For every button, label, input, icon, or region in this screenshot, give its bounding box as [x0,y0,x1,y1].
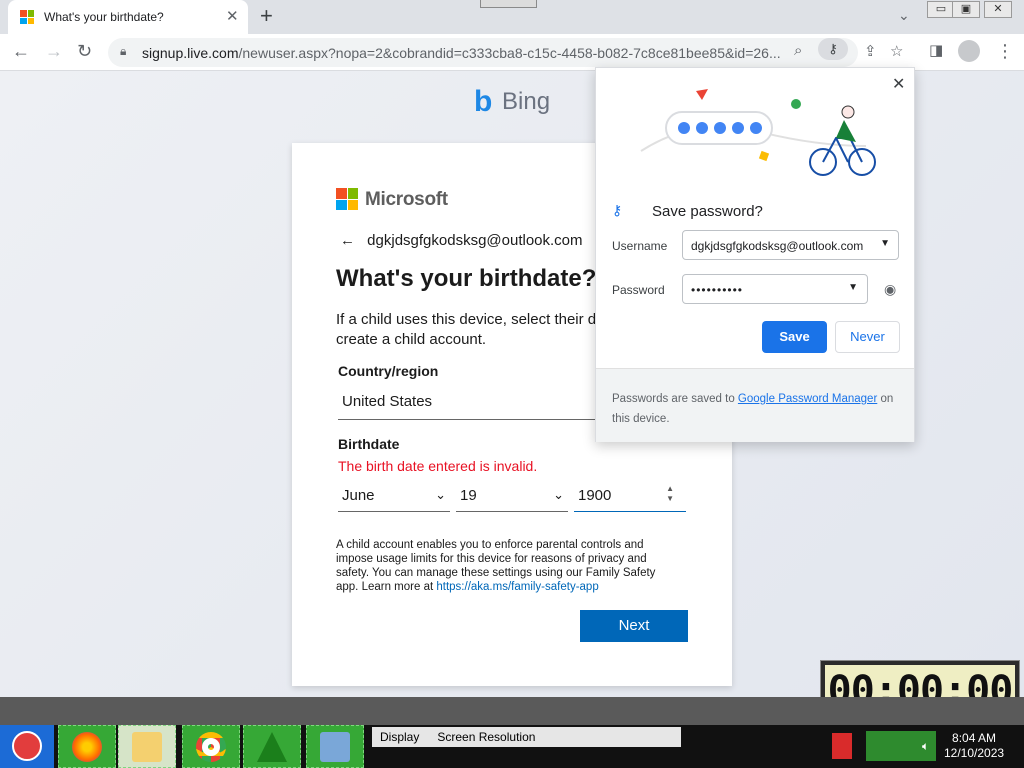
christmas-tree-icon [257,732,287,762]
password-manager-link[interactable]: Google Password Manager [738,393,877,405]
tray-red-icon[interactable] [832,733,852,759]
taskbar: Display Screen Resolution 🔈︎ 8:04 AM 12/1… [0,725,1024,768]
minimize-button[interactable]: ▭ [927,1,955,18]
system-tray[interactable]: 🔈︎ [866,731,936,761]
chrome-icon [196,732,226,762]
password-key-icon[interactable]: ⚷ [818,38,848,60]
chrome-taskbar-button[interactable] [182,725,240,768]
tab-close-icon[interactable]: ✕ [226,7,239,25]
password-label: Password [612,283,665,297]
close-window-button[interactable]: ✕ [984,1,1012,18]
account-email: dgkjdsgfgkodsksg@outlook.com [367,232,583,249]
username-field[interactable]: dgkjdsgfgkodsksg@outlook.com ▼ [682,230,899,260]
back-icon[interactable]: ← [12,41,30,62]
url-text[interactable]: signup.live.com/newuser.aspx?nopa=2&cobr… [142,45,781,61]
never-button[interactable]: Never [835,321,900,353]
close-icon[interactable]: ✕ [892,74,905,94]
key-icon: ⚷ [612,202,623,218]
password-illustration-icon [640,89,876,176]
username-label: Username [612,239,668,253]
menu-kebab-icon[interactable]: ⋮ [996,41,1014,62]
month-select[interactable]: June ⌄ [338,480,450,512]
side-panel-icon[interactable]: ◨ [929,41,943,59]
bookmark-star-icon[interactable]: ☆ [890,42,903,60]
chevron-down-icon: ⌄ [435,487,446,502]
santa-start-icon [12,731,42,761]
address-bar[interactable]: 🔒︎ signup.live.com/newuser.aspx?nopa=2&c… [108,38,903,67]
page-title: What's your birthdate? [336,265,597,292]
folder-icon [132,732,162,762]
microsoft-favicon-icon [20,10,34,24]
start-button[interactable] [0,725,54,768]
show-password-eye-icon[interactable]: ◉ [884,281,896,298]
dropdown-arrow-icon: ▼ [848,282,859,293]
bing-b-icon: b [474,85,493,118]
volume-icon[interactable]: 🔈︎ [922,739,929,754]
email-back-row[interactable]: ← dgkjdsgfgkodsksg@outlook.com [340,232,583,249]
new-tab-button[interactable]: + [260,3,273,29]
restore-button[interactable]: ▣ [952,1,980,18]
share-icon[interactable]: ⇪ [864,42,877,60]
window-drag-handle[interactable] [480,0,537,8]
lock-icon[interactable]: 🔒︎ [120,44,126,59]
clock[interactable]: 8:04 AM 12/10/2023 [944,731,1004,761]
forward-icon[interactable]: → [45,41,63,62]
day-select[interactable]: 19 ⌄ [456,480,568,512]
family-safety-link[interactable]: https://aka.ms/family-safety-app [436,581,598,593]
display-settings-taskbar-button[interactable] [306,725,364,768]
dialog-footer: Passwords are saved to Google Password M… [596,368,914,442]
year-input[interactable]: 1900 ▲ ▼ [574,480,686,512]
password-field[interactable]: •••••••••• ▼ [682,274,868,304]
tab-strip: What's your birthdate? ✕ + ⌄ ▭ ▣ ✕ [0,0,1024,34]
monitor-icon [320,732,350,762]
dropdown-arrow-icon: ▼ [880,238,890,249]
profile-avatar-icon[interactable] [958,40,980,62]
taskbar-upper-strip [0,697,1024,725]
child-account-info: A child account enables you to enforce p… [336,539,656,593]
back-arrow-icon[interactable]: ← [340,232,355,249]
dialog-title: Save password? [652,203,763,220]
microsoft-logo-icon [336,188,358,210]
country-label: Country/region [338,363,439,379]
tab-title: What's your birthdate? [44,10,164,24]
tab-active[interactable]: What's your birthdate? ✕ [8,0,248,34]
firefox-taskbar-button[interactable] [58,725,116,768]
browser-toolbar: ← → ↻ 🔒︎ signup.live.com/newuser.aspx?no… [0,34,1024,71]
birthdate-label: Birthdate [338,436,400,452]
save-button[interactable]: Save [762,321,827,353]
tree-taskbar-button[interactable] [243,725,301,768]
error-message: The birth date entered is invalid. [338,458,538,474]
chevron-down-icon: ⌄ [553,487,564,502]
next-button[interactable]: Next [580,610,688,642]
microsoft-wordmark: Microsoft [365,189,448,210]
search-icon[interactable]: ⌕ [794,42,802,59]
year-spinner-icon[interactable]: ▲ ▼ [666,484,674,504]
firefox-icon [72,732,102,762]
tab-search-chevron-icon[interactable]: ⌄ [898,7,910,24]
explorer-taskbar-button[interactable] [118,725,176,768]
taskbar-window-title[interactable]: Display Screen Resolution [372,727,681,747]
reload-icon[interactable]: ↻ [77,41,92,62]
save-password-dialog: ✕ ⚷ Save password? Username dgkjdsgfgkod… [595,67,915,442]
